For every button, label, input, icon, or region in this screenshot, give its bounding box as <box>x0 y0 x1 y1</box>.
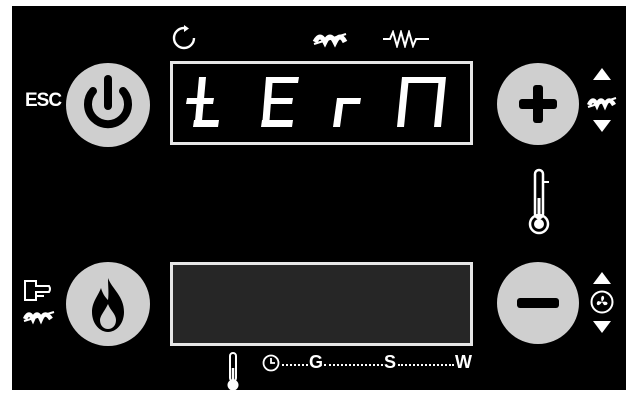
timeline-w: W <box>455 352 472 372</box>
fire-button[interactable] <box>66 262 150 346</box>
lower-display <box>170 262 473 346</box>
clock-icon <box>262 354 280 372</box>
plus-icon <box>519 85 557 123</box>
auger-lower-icon <box>22 302 56 326</box>
thermometer-small-icon <box>225 352 241 392</box>
auger-icon <box>312 24 348 50</box>
timeline-dots-1 <box>282 364 308 366</box>
fan-down-arrow-icon <box>592 320 612 334</box>
up-arrow-icon <box>592 67 612 81</box>
minus-icon <box>517 298 559 308</box>
hand-pointer-icon <box>22 278 52 304</box>
plus-button[interactable] <box>497 63 579 145</box>
auger-adjust-icon <box>586 88 618 112</box>
refresh-icon <box>170 24 198 52</box>
power-button[interactable] <box>66 63 150 147</box>
timeline-dots-3 <box>398 364 454 366</box>
resistor-icon <box>382 30 430 48</box>
fan-up-arrow-icon <box>592 271 612 285</box>
power-icon <box>84 75 132 129</box>
upper-display: tErn <box>170 61 473 145</box>
thermometer-icon <box>526 168 552 236</box>
fire-icon <box>92 278 124 332</box>
timeline-s: S <box>384 352 397 372</box>
esc-label: ESC <box>25 90 62 111</box>
down-arrow-icon <box>592 119 612 133</box>
fan-icon <box>590 290 614 314</box>
timeline-dots-2 <box>324 364 383 366</box>
timeline-g: G <box>309 352 324 372</box>
minus-button[interactable] <box>497 262 579 344</box>
